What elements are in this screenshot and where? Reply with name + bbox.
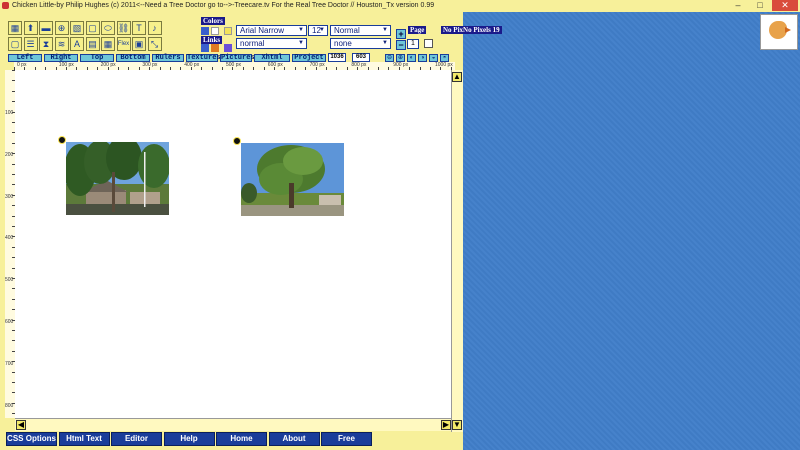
hourglass-icon[interactable]: ⧗: [39, 37, 53, 51]
table-icon[interactable]: ▤: [85, 37, 100, 51]
nav-home-button[interactable]: Home: [216, 432, 267, 446]
color-swatch-2[interactable]: [211, 27, 219, 35]
nav-about-button[interactable]: About: [268, 432, 320, 446]
text-icon[interactable]: T: [132, 21, 146, 35]
tab-rulers[interactable]: Rulers: [152, 54, 184, 62]
nav-free-button[interactable]: Free: [321, 432, 372, 446]
scroll-right-button[interactable]: ▶: [441, 420, 451, 430]
design-canvas[interactable]: [15, 70, 451, 418]
globe-icon[interactable]: ⊕: [54, 21, 69, 35]
upload-icon[interactable]: ⬆: [23, 21, 38, 35]
page-checkbox[interactable]: [424, 39, 433, 48]
font-style-value: normal: [240, 39, 265, 48]
scroll-up-button[interactable]: ▲: [452, 72, 462, 82]
desktop-background: [463, 12, 800, 450]
font-style-select[interactable]: normal ▼: [236, 38, 307, 49]
tab-project[interactable]: Project: [292, 54, 326, 62]
image-handle-2[interactable]: [233, 137, 241, 145]
nav-editor-button[interactable]: Editor: [111, 432, 162, 446]
tab-xhtml[interactable]: Xhtml: [254, 54, 290, 62]
zoom-button-1[interactable]: ⊖: [385, 54, 394, 62]
ruler-label: 500 px: [226, 62, 242, 68]
music-icon[interactable]: ♪: [147, 21, 162, 35]
image-icon[interactable]: ▧: [70, 21, 84, 35]
shape-icon[interactable]: ⬭: [101, 21, 115, 35]
box-icon[interactable]: ▢: [85, 21, 100, 35]
chevron-down-icon: ▼: [319, 27, 325, 33]
page-minus-button[interactable]: −: [396, 40, 406, 50]
ruler-label: 900 px: [393, 62, 409, 68]
chicken-logo[interactable]: [760, 14, 798, 50]
color-swatch-3[interactable]: [224, 27, 232, 35]
page-plus-button[interactable]: +: [396, 29, 406, 39]
font-size-select[interactable]: 12 ▼: [308, 25, 328, 36]
font-weight-value: Normal: [334, 26, 360, 35]
chevron-down-icon: ▼: [382, 40, 388, 46]
ruler-label: 800 px: [351, 62, 367, 68]
tab-right[interactable]: Right: [44, 54, 78, 62]
grid-icon[interactable]: ▦: [101, 37, 115, 51]
tab-top[interactable]: Top: [80, 54, 114, 62]
ruler-label: 700 px: [309, 62, 325, 68]
image-handle-1[interactable]: [58, 136, 66, 144]
vertical-scrollbar[interactable]: ▲ ▼: [451, 70, 463, 432]
chevron-down-icon: ▼: [298, 40, 304, 46]
link-swatch-1[interactable]: [201, 44, 209, 52]
tab-pictures[interactable]: Pictures: [220, 54, 255, 62]
save-icon[interactable]: ▬: [39, 21, 53, 35]
tab-textures[interactable]: Textures: [186, 54, 221, 62]
font-family-select[interactable]: Arial Narrow ▼: [236, 25, 307, 36]
list-icon[interactable]: ☰: [23, 37, 38, 51]
home-icon[interactable]: ▦: [8, 21, 22, 35]
zoom-button-4[interactable]: ◑: [418, 54, 427, 62]
page-label: Page: [408, 26, 427, 34]
chevron-down-icon: ▼: [298, 27, 304, 33]
page-icon[interactable]: ▢: [8, 37, 22, 51]
pixels-label: No PixNo Pixels 19: [441, 26, 502, 34]
app-icon: [2, 2, 9, 9]
links-label: Links: [201, 36, 223, 44]
tree-photo-1-image: [66, 142, 169, 215]
tree-photo-2-image: [241, 143, 344, 216]
scroll-left-button[interactable]: ◀: [16, 420, 26, 430]
flex-icon[interactable]: Flex: [116, 37, 131, 51]
zoom-button-3[interactable]: ◐: [407, 54, 416, 62]
tab-left[interactable]: Left: [8, 54, 42, 62]
width-field[interactable]: 1036: [328, 53, 346, 62]
height-field[interactable]: 603: [352, 53, 370, 62]
text-decoration-select[interactable]: none ▼: [330, 38, 391, 49]
ruler-label: 600 px: [267, 62, 283, 68]
page-number-field[interactable]: 1: [407, 39, 419, 49]
title-bar: Chicken Little-by Philip Hughes (c) 2011…: [0, 0, 800, 12]
close-button[interactable]: ✕: [772, 0, 798, 11]
nav-html-text-button[interactable]: Html Text: [58, 432, 110, 446]
color-swatch-1[interactable]: [201, 27, 209, 35]
link-swatch-2[interactable]: [211, 44, 219, 52]
font-family-value: Arial Narrow: [240, 26, 285, 35]
tab-bottom[interactable]: Bottom: [116, 54, 150, 62]
minimize-button[interactable]: –: [727, 0, 749, 11]
font-weight-select[interactable]: Normal ▼: [330, 25, 391, 36]
text-decoration-value: none: [334, 39, 352, 48]
nav-help-button[interactable]: Help: [163, 432, 215, 446]
beak-icon: [785, 27, 791, 33]
tree-photo-1[interactable]: [66, 142, 169, 215]
zoom-button-5[interactable]: ◒: [429, 54, 438, 62]
link-icon[interactable]: ⛓: [116, 21, 131, 35]
resize-icon[interactable]: ⤡: [147, 37, 162, 51]
tree-photo-2[interactable]: [241, 143, 344, 216]
scroll-down-button[interactable]: ▼: [452, 420, 462, 430]
link-swatch-3[interactable]: [224, 44, 232, 52]
layers-icon[interactable]: ≋: [54, 37, 69, 51]
letter-a-icon[interactable]: A: [70, 37, 84, 51]
colors-label: Colors: [201, 17, 225, 25]
frame-icon[interactable]: ▣: [132, 37, 146, 51]
zoom-button-6[interactable]: ◓: [440, 54, 449, 62]
chevron-down-icon: ▼: [382, 27, 388, 33]
maximize-button[interactable]: □: [749, 0, 771, 11]
window-title: Chicken Little-by Philip Hughes (c) 2011…: [12, 2, 435, 9]
nav-css-options-button[interactable]: CSS Options: [6, 432, 57, 446]
zoom-button-2[interactable]: ⊕: [396, 54, 405, 62]
horizontal-scrollbar[interactable]: ◀ ▶: [15, 418, 451, 431]
